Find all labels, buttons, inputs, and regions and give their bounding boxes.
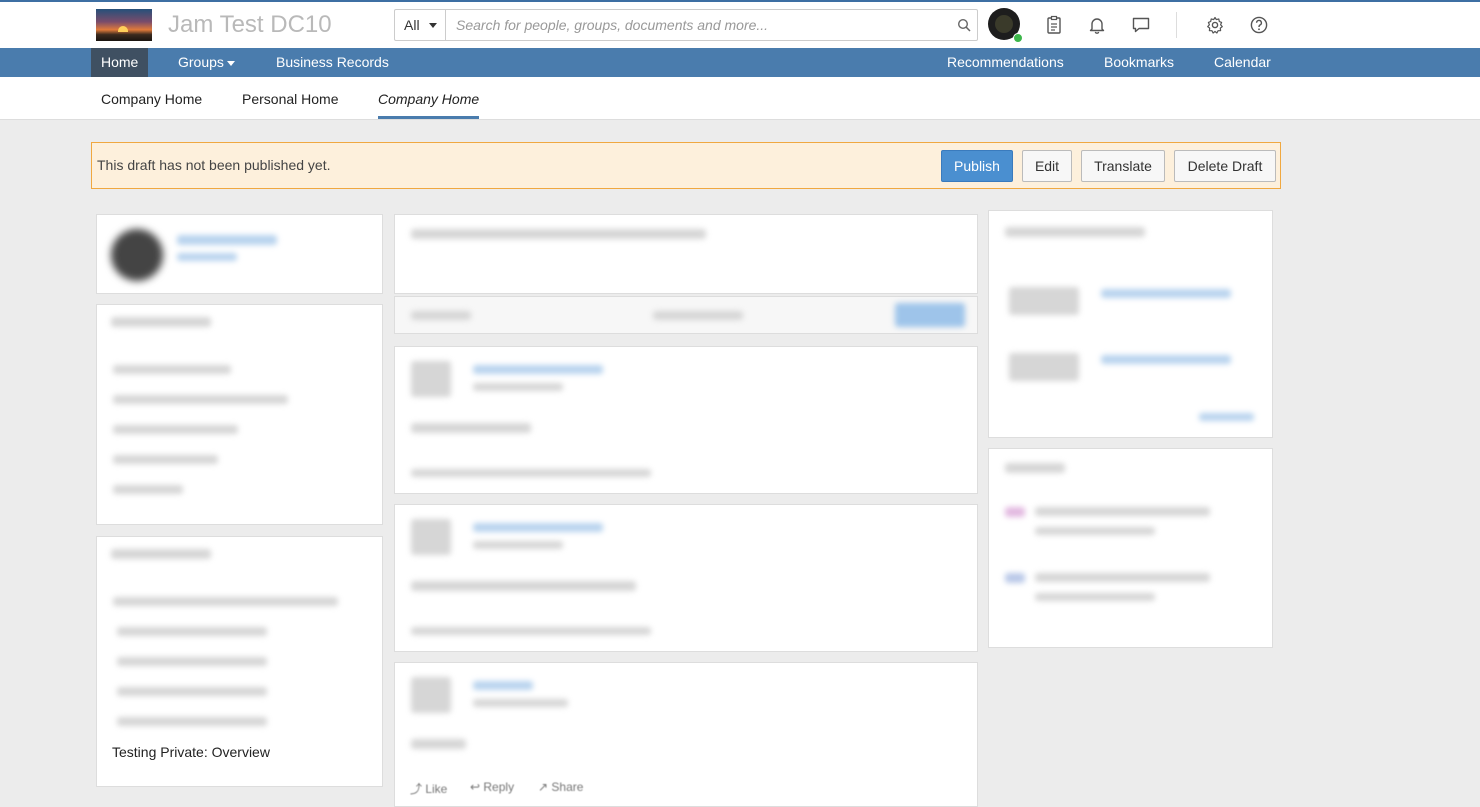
- widget-line-blur: [117, 717, 267, 726]
- profile-avatar: [111, 229, 163, 281]
- tab-personal-home[interactable]: Personal Home: [242, 77, 339, 119]
- feed-text-blur: [411, 739, 466, 749]
- feed-actions-blur: [411, 469, 651, 477]
- tab-company-home[interactable]: Company Home: [101, 77, 202, 119]
- feed-avatar-blur: [411, 677, 451, 713]
- feed-author-blur: [473, 523, 603, 532]
- online-status-dot: [1013, 33, 1023, 43]
- widget-title-blur: [111, 317, 211, 327]
- widget-icon-blur: [1005, 573, 1025, 583]
- widget-line-blur: [1035, 527, 1155, 535]
- nav-business-records[interactable]: Business Records: [266, 48, 399, 77]
- widget-link-blur: [1101, 289, 1231, 298]
- site-title[interactable]: Jam Test DC10: [168, 10, 332, 40]
- like-label: Like: [425, 782, 448, 796]
- profile-card: [96, 214, 383, 294]
- search-scope-label: All: [404, 17, 420, 33]
- sub-nav: Company Home Personal Home Company Home: [0, 77, 1480, 120]
- chat-icon[interactable]: [1131, 15, 1151, 35]
- translate-button[interactable]: Translate: [1081, 150, 1165, 182]
- reply-button[interactable]: ↩ Reply: [470, 780, 514, 794]
- edit-button[interactable]: Edit: [1022, 150, 1072, 182]
- composer-placeholder-blur: [411, 229, 706, 239]
- widget-line-blur: [1035, 593, 1155, 601]
- header: Jam Test DC10 All: [0, 2, 1480, 48]
- feed-author-blur: [473, 681, 533, 690]
- site-logo[interactable]: [96, 9, 152, 41]
- feed-item: [394, 504, 978, 652]
- widget-line-blur: [113, 425, 238, 434]
- nav-home[interactable]: Home: [91, 48, 148, 77]
- widget-line-blur: [117, 657, 267, 666]
- chevron-down-icon: [429, 23, 437, 28]
- filter-blur: [411, 311, 471, 320]
- filter-blur: [653, 311, 743, 320]
- widget-line-blur: [117, 687, 267, 696]
- publish-button[interactable]: Publish: [941, 150, 1013, 182]
- header-divider: [1176, 12, 1177, 38]
- search-box: All: [394, 9, 978, 41]
- widget-thumb-blur: [1009, 353, 1079, 381]
- profile-sub-blur: [177, 253, 237, 261]
- share-button[interactable]: ↗ Share: [538, 780, 583, 794]
- feed-author-blur: [473, 365, 603, 374]
- search-input[interactable]: [447, 10, 947, 40]
- nav-calendar[interactable]: Calendar: [1204, 48, 1281, 77]
- gear-icon[interactable]: [1205, 15, 1225, 35]
- help-icon[interactable]: [1249, 15, 1269, 35]
- filter-button-blur: [895, 303, 965, 327]
- feed-meta-blur: [473, 541, 563, 549]
- bell-icon[interactable]: [1087, 15, 1107, 35]
- avatar-image: [995, 15, 1013, 33]
- widget-title-blur: [1005, 227, 1145, 237]
- widget-line-blur: [117, 627, 267, 636]
- feed-text-blur: [411, 423, 531, 433]
- logo-sun: [118, 26, 128, 32]
- feed-filter-bar: [394, 296, 978, 334]
- widget-icon-blur: [1005, 507, 1025, 517]
- feed-meta-blur: [473, 699, 568, 707]
- profile-name-blur: [177, 235, 277, 245]
- search-icon[interactable]: [957, 18, 971, 32]
- feed-item: [394, 346, 978, 494]
- widget-link-blur: [1101, 355, 1231, 364]
- nav-bookmarks[interactable]: Bookmarks: [1094, 48, 1184, 77]
- reply-label: Reply: [483, 780, 515, 794]
- right-widget-2: [988, 448, 1273, 648]
- widget-line-blur: [1035, 507, 1210, 516]
- widget-line-blur: [113, 365, 231, 374]
- widget-line-blur: [1035, 573, 1210, 582]
- nav-groups-label: Groups: [178, 54, 224, 70]
- search-scope-dropdown[interactable]: All: [395, 10, 446, 40]
- feed-meta-blur: [473, 383, 563, 391]
- widget-title-blur: [111, 549, 211, 559]
- tab-company-home-current[interactable]: Company Home: [378, 77, 480, 119]
- overview-title[interactable]: Testing Private: Overview: [112, 744, 270, 760]
- widget-line-blur: [113, 395, 288, 404]
- chevron-down-icon: [226, 60, 235, 66]
- like-button[interactable]: ⤴ Like: [410, 780, 447, 797]
- feed-avatar-blur: [411, 519, 451, 555]
- main-nav: Home Groups Business Records Recommendat…: [0, 48, 1480, 77]
- right-widget-1: [988, 210, 1273, 438]
- feed-text-blur: [411, 581, 636, 591]
- widget-line-blur: [113, 597, 338, 606]
- widget-line-blur: [113, 455, 218, 464]
- feed-avatar-blur: [411, 361, 451, 397]
- widget-line-blur: [113, 485, 183, 494]
- feed-actions-blur: [411, 627, 651, 635]
- widget-title-blur: [1005, 463, 1065, 473]
- composer-panel: [394, 214, 978, 294]
- nav-groups[interactable]: Groups: [168, 48, 245, 77]
- draft-notice: This draft has not been published yet. P…: [91, 142, 1281, 189]
- delete-draft-button[interactable]: Delete Draft: [1174, 150, 1276, 182]
- share-label: Share: [551, 780, 584, 794]
- nav-recommendations[interactable]: Recommendations: [937, 48, 1074, 77]
- widget-more-blur: [1199, 413, 1254, 421]
- widget-thumb-blur: [1009, 287, 1079, 315]
- tasks-icon[interactable]: [1044, 15, 1064, 35]
- left-widget-1: [96, 304, 383, 525]
- draft-message: This draft has not been published yet.: [97, 157, 331, 173]
